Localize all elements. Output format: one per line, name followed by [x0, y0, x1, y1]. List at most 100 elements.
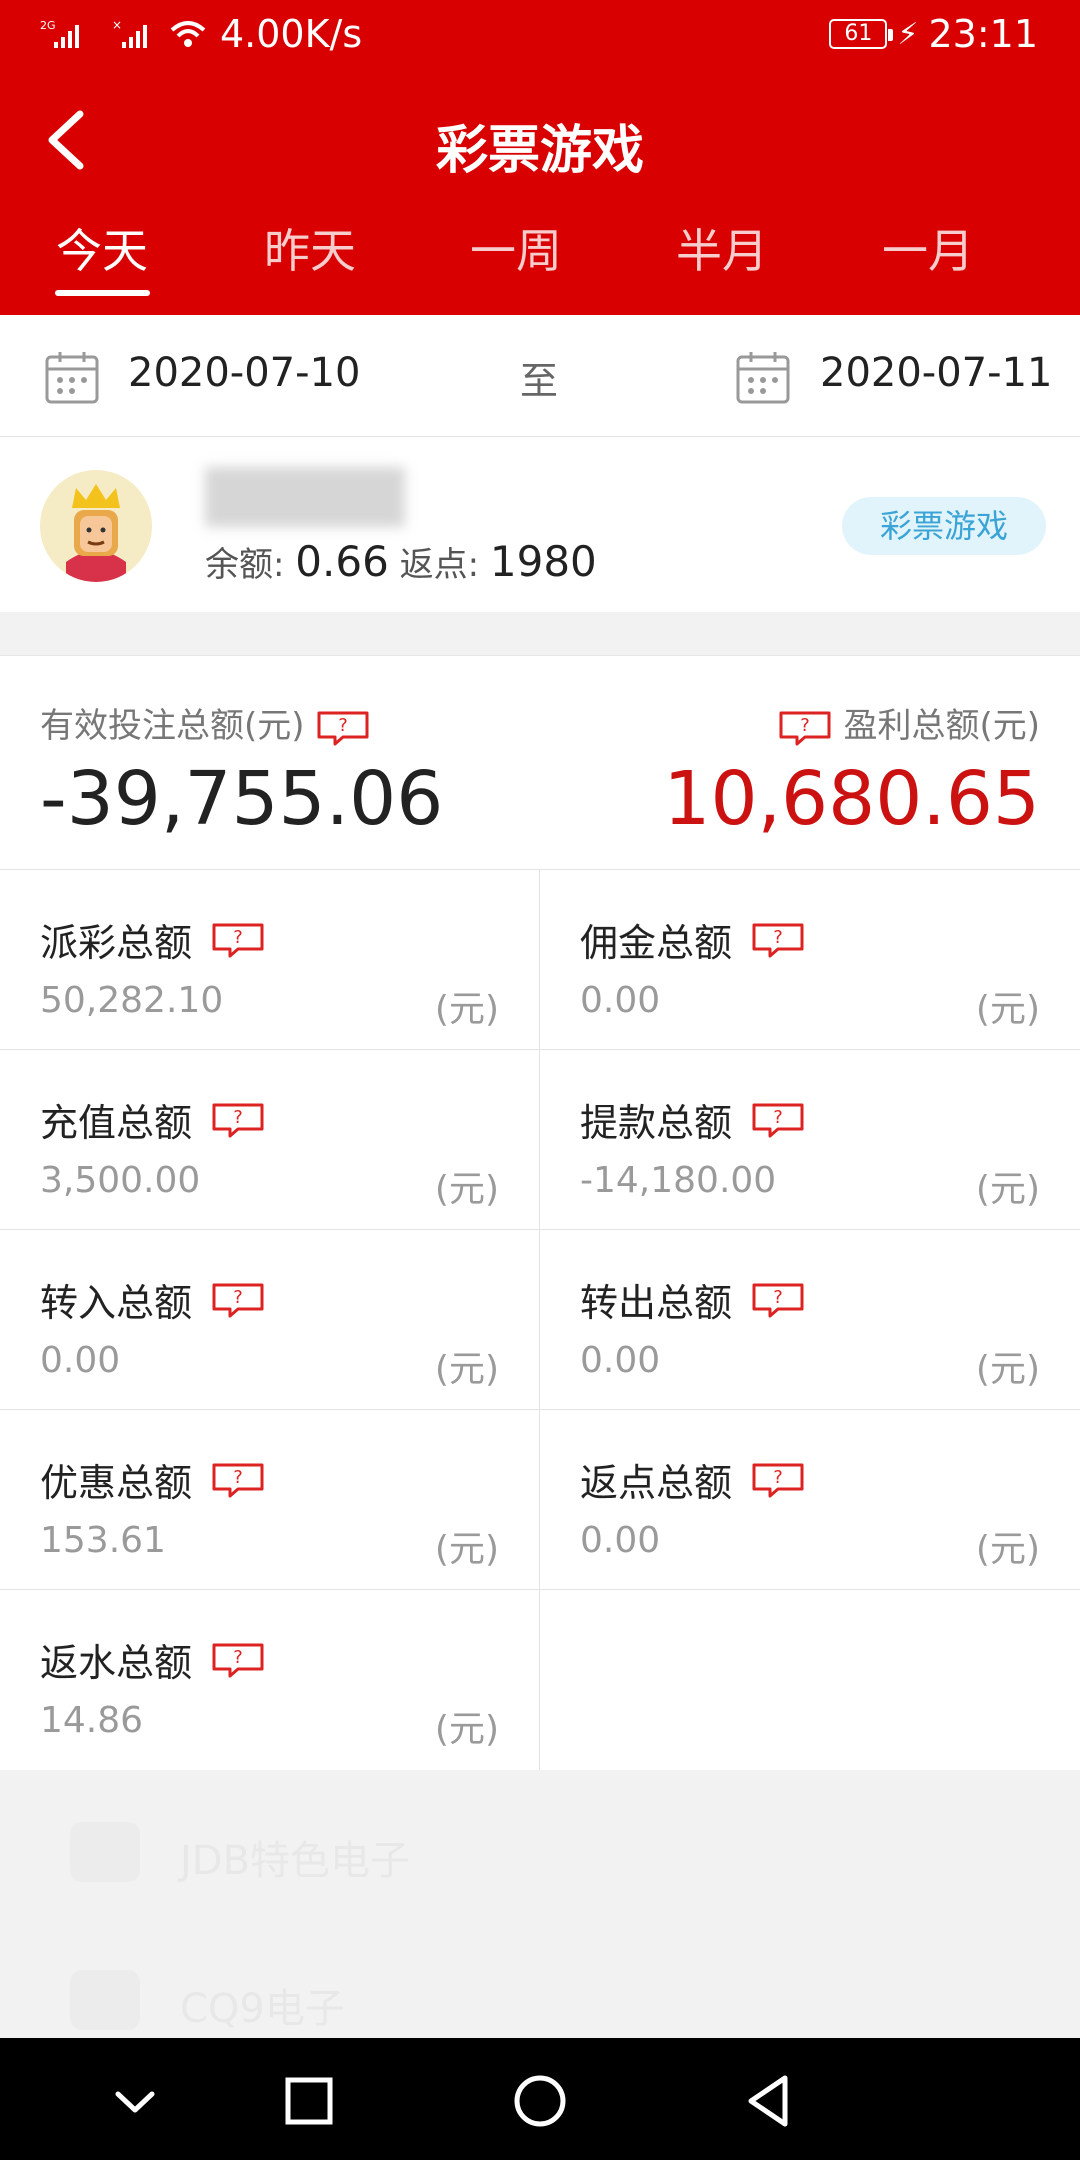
stat-label: 转出总额 — [580, 1281, 733, 1325]
start-date[interactable]: 2020-07-10 — [128, 350, 360, 396]
tab-yesterday[interactable]: 昨天 — [210, 215, 410, 281]
stat-value: 153.61 — [40, 1520, 166, 1561]
game-icon — [70, 1822, 140, 1882]
charging-icon: ⚡ — [897, 16, 919, 52]
svg-text:?: ? — [233, 927, 243, 948]
stat-unit: (元) — [434, 1709, 499, 1750]
stat-unit: (元) — [434, 1529, 499, 1570]
stat-label-row: 充值总额? — [40, 1092, 266, 1147]
help-bubble-icon[interactable]: ? — [210, 1281, 266, 1319]
stat-unit: (元) — [975, 1349, 1040, 1390]
tab-week[interactable]: 一周 — [416, 215, 616, 281]
stat-label-row: 优惠总额? — [40, 1452, 266, 1507]
help-bubble-icon[interactable]: ? — [210, 1641, 266, 1679]
battery-icon: 61 — [829, 19, 894, 49]
date-separator: 至 — [520, 359, 559, 403]
system-nav-bar — [0, 2038, 1080, 2160]
svg-text:?: ? — [339, 715, 349, 736]
stat-value: 50,282.10 — [40, 980, 224, 1021]
svg-text:?: ? — [773, 927, 783, 948]
svg-text:?: ? — [233, 1287, 243, 1308]
help-bubble-icon[interactable]: ? — [210, 1461, 266, 1499]
stat-label-row: 返水总额? — [40, 1632, 266, 1687]
rebate-value: 1980 — [489, 537, 597, 586]
profit-total-label-row: ? 盈利总额(元) — [777, 698, 1040, 747]
stat-cell: 转出总额? 0.00 (元) — [540, 1230, 1080, 1410]
summary-panel: 有效投注总额(元) ? -39,755.06 ? 盈利总额(元) 10,680.… — [0, 655, 1080, 870]
stat-value: 0.00 — [40, 1340, 121, 1381]
back-triangle-icon[interactable] — [735, 2066, 805, 2136]
page-title: 彩票游戏 — [435, 121, 644, 181]
clock: 23:11 — [928, 12, 1038, 56]
tab-half-month[interactable]: 半月 — [622, 215, 822, 281]
svg-text:?: ? — [773, 1287, 783, 1308]
stat-label: 返水总额 — [40, 1641, 193, 1685]
stat-label-row: 转出总额? — [580, 1272, 806, 1327]
recent-apps-icon[interactable] — [274, 2066, 344, 2136]
calendar-icon[interactable] — [44, 349, 100, 405]
stat-label-row: 提款总额? — [580, 1092, 806, 1147]
svg-text:×: × — [112, 18, 122, 32]
stat-cell: 佣金总额? 0.00 (元) — [540, 870, 1080, 1050]
stat-label-row: 转入总额? — [40, 1272, 266, 1327]
background-item-label: JDB特色电子 — [180, 1838, 411, 1884]
stat-label-row: 佣金总额? — [580, 912, 806, 967]
end-date[interactable]: 2020-07-11 — [820, 350, 1052, 396]
header-bar: 2G × 4.00K/s 61 ⚡ 23:11 彩票游戏 今天 昨天 一周 半月… — [0, 0, 1080, 315]
stat-value: 3,500.00 — [40, 1160, 201, 1201]
stat-cell: 充值总额? 3,500.00 (元) — [0, 1050, 540, 1230]
help-bubble-icon[interactable]: ? — [750, 1101, 806, 1139]
stat-label-row: 派彩总额? — [40, 912, 266, 967]
help-bubble-icon[interactable]: ? — [210, 1101, 266, 1139]
stat-unit: (元) — [434, 1169, 499, 1210]
stat-label: 返点总额 — [580, 1461, 733, 1505]
stat-unit: (元) — [975, 1529, 1040, 1570]
stat-unit: (元) — [434, 989, 499, 1030]
svg-text:?: ? — [233, 1467, 243, 1488]
help-bubble-icon[interactable]: ? — [750, 921, 806, 959]
stat-label-row: 返点总额? — [580, 1452, 806, 1507]
help-bubble-icon[interactable]: ? — [750, 1461, 806, 1499]
tab-month[interactable]: 一月 — [828, 215, 1028, 281]
stat-value: 0.00 — [580, 1340, 661, 1381]
svg-text:?: ? — [800, 715, 810, 736]
active-tab-indicator — [55, 290, 150, 296]
svg-text:2G: 2G — [40, 19, 56, 32]
date-range-row: 2020-07-10 至 2020-07-11 — [0, 315, 1080, 437]
help-bubble-icon[interactable]: ? — [777, 709, 833, 747]
chevron-down-icon[interactable] — [100, 2066, 170, 2136]
stat-cell: 提款总额? -14,180.00 (元) — [540, 1050, 1080, 1230]
help-bubble-icon[interactable]: ? — [750, 1281, 806, 1319]
background-list: JDB特色电子 CQ9电子 — [0, 1770, 1080, 2038]
tab-today[interactable]: 今天 — [2, 215, 202, 281]
king-avatar-icon — [40, 470, 152, 582]
stat-unit: (元) — [975, 989, 1040, 1030]
avatar — [40, 470, 152, 582]
help-bubble-icon[interactable]: ? — [210, 921, 266, 959]
svg-text:?: ? — [233, 1107, 243, 1128]
svg-text:?: ? — [233, 1647, 243, 1668]
stat-label: 派彩总额 — [40, 921, 193, 965]
stat-value: -14,180.00 — [580, 1160, 777, 1201]
stat-label: 优惠总额 — [40, 1461, 193, 1505]
profit-total-label: 盈利总额(元) — [843, 706, 1040, 746]
stat-unit: (元) — [434, 1349, 499, 1390]
status-bar: 2G × 4.00K/s 61 ⚡ 23:11 — [0, 0, 1080, 70]
bet-total-label-row: 有效投注总额(元) ? — [40, 698, 371, 747]
help-bubble-icon[interactable]: ? — [315, 709, 371, 747]
category-pill[interactable]: 彩票游戏 — [842, 497, 1046, 555]
home-icon[interactable] — [505, 2066, 575, 2136]
stat-cell: 派彩总额? 50,282.10 (元) — [0, 870, 540, 1050]
svg-text:?: ? — [773, 1467, 783, 1488]
stat-cell: 返水总额? 14.86 (元) — [0, 1590, 540, 1770]
stats-grid: 派彩总额? 50,282.10 (元) 佣金总额? 0.00 (元) 充值总额? 3,500.… — [0, 870, 1080, 1770]
stat-label: 佣金总额 — [580, 921, 733, 965]
wifi-icon — [170, 21, 206, 47]
stat-unit: (元) — [975, 1169, 1040, 1210]
calendar-icon[interactable] — [735, 349, 791, 405]
profit-total-value: 10,680.65 — [663, 756, 1040, 842]
game-icon — [70, 1970, 140, 2030]
stat-value: 0.00 — [580, 1520, 661, 1561]
balance-value: 0.66 — [295, 537, 389, 586]
stat-cell: 转入总额? 0.00 (元) — [0, 1230, 540, 1410]
